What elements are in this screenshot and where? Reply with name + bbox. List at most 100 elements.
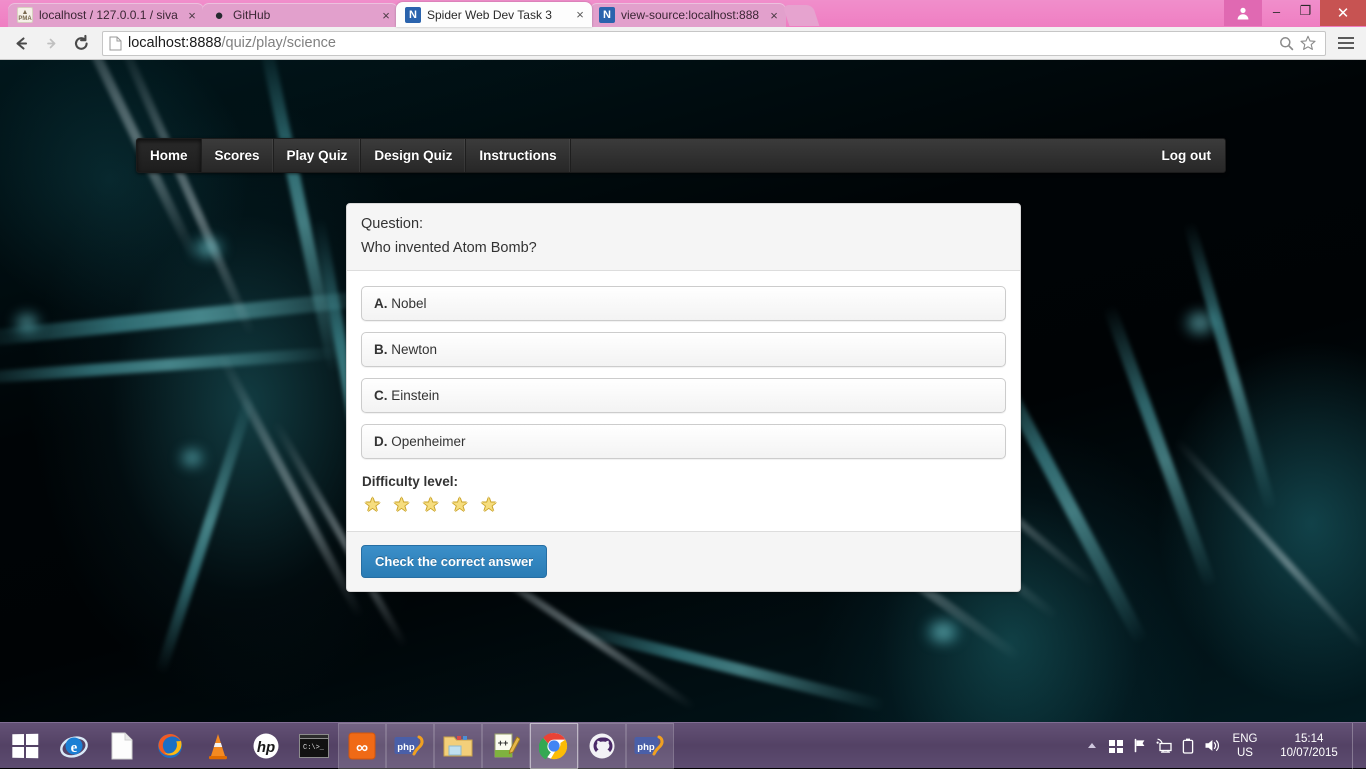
document-icon[interactable] [98,723,146,769]
star-icon: ★ [393,496,410,515]
check-correct-answer-button[interactable]: Check the correct answer [361,545,547,578]
question-text: Who invented Atom Bomb? [361,240,1006,256]
difficulty-star-rating: ★ ★ ★ ★ ★ [362,496,1006,515]
window-controls: – ❐ ✕ [1224,0,1366,27]
star-icon: ★ [480,496,497,515]
nav-item-design-quiz[interactable]: Design Quiz [361,139,466,172]
tab-close-button[interactable]: × [572,7,588,23]
answer-text: Newton [391,342,437,357]
answer-text: Nobel [391,296,426,311]
start-button[interactable] [0,723,50,769]
phpmyadmin-icon: ▲PMA [17,7,33,23]
nav-item-logout[interactable]: Log out [1149,139,1225,172]
windows-taskbar: e hp C:\>_ [0,722,1366,768]
browser-tab-view-source[interactable]: N view-source:localhost:888 × [590,3,786,27]
user-avatar-icon[interactable] [1224,0,1262,26]
notepadpp-icon: N [405,7,421,23]
file-explorer-icon[interactable] [434,723,482,769]
difficulty-block: Difficulty level: ★ ★ ★ ★ ★ [361,470,1006,521]
clock-time: 15:14 [1266,732,1352,746]
url-domain: localhost:8888 [128,35,222,51]
svg-text:hp: hp [257,739,275,756]
answer-option-b[interactable]: B. Newton [361,332,1006,367]
nav-item-home[interactable]: Home [137,139,202,172]
star-icon: ★ [451,496,468,515]
search-icon[interactable] [1275,36,1297,51]
page-viewport: Home Scores Play Quiz Design Quiz Instru… [0,60,1366,722]
minimize-button[interactable]: – [1262,0,1291,22]
answer-letter: D. [374,434,388,449]
browser-toolbar: localhost:8888/quiz/play/science [0,27,1366,60]
clock-date: 10/07/2015 [1266,746,1352,760]
answer-option-c[interactable]: C. Einstein [361,378,1006,413]
svg-text:e: e [71,740,78,756]
system-tray: ENG US 15:14 10/07/2015 [1080,723,1366,769]
tab-close-button[interactable]: × [766,7,782,23]
hamburger-menu-icon[interactable] [1332,29,1360,57]
close-button[interactable]: ✕ [1320,0,1366,26]
chrome-browser-window: ▲PMA localhost / 127.0.0.1 / siva × ● Gi… [0,0,1366,722]
answer-letter: B. [374,342,388,357]
notepadpp-icon: N [599,7,615,23]
internet-explorer-icon[interactable]: e [50,723,98,769]
answer-option-d[interactable]: D. Openheimer [361,424,1006,459]
tab-close-button[interactable]: × [184,7,200,23]
browser-tab-spider-web-dev-task-3[interactable]: N Spider Web Dev Task 3 × [396,2,592,27]
card-header: Question: Who invented Atom Bomb? [347,204,1020,271]
tab-strip: ▲PMA localhost / 127.0.0.1 / siva × ● Gi… [0,0,1366,27]
svg-text:C:\>_: C:\>_ [303,744,325,752]
nav-spacer [571,139,1149,172]
card-body: A. Nobel B. Newton C. Einstein D. Openhe… [347,271,1020,531]
question-label: Question: [361,216,1006,232]
nav-item-instructions[interactable]: Instructions [466,139,570,172]
forward-button[interactable] [36,29,66,57]
nav-item-play-quiz[interactable]: Play Quiz [274,139,362,172]
url-text: localhost:8888/quiz/play/science [128,32,1275,55]
card-footer: Check the correct answer [347,531,1020,591]
xampp-icon[interactable]: ∞ [338,723,386,769]
windows-logo-icon [12,733,38,758]
tab-title: GitHub [233,7,378,23]
browser-tab-github[interactable]: ● GitHub × [202,3,398,27]
address-bar[interactable]: localhost:8888/quiz/play/science [102,31,1326,56]
google-chrome-icon[interactable] [530,723,578,769]
star-icon: ★ [422,496,439,515]
svg-text:php: php [637,742,655,753]
difficulty-label: Difficulty level: [362,474,1006,489]
show-hidden-icons-button[interactable] [1080,723,1104,769]
php-icon[interactable]: php [386,723,434,769]
bookmark-star-icon[interactable] [1297,35,1319,51]
notepadpp-icon[interactable]: ++ [482,723,530,769]
flag-icon[interactable] [1128,723,1152,769]
phpstorm-icon[interactable]: php [626,723,674,769]
firefox-icon[interactable] [146,723,194,769]
language-primary: ENG [1224,732,1266,746]
tab-close-button[interactable]: × [378,7,394,23]
browser-tab-phpmyadmin[interactable]: ▲PMA localhost / 127.0.0.1 / siva × [8,3,204,27]
new-tab-button[interactable] [783,5,820,26]
answer-option-a[interactable]: A. Nobel [361,286,1006,321]
tab-title: localhost / 127.0.0.1 / siva [39,7,184,23]
github-desktop-icon[interactable] [578,723,626,769]
url-path: /quiz/play/science [222,35,336,51]
maximize-button[interactable]: ❐ [1291,0,1320,22]
back-button[interactable] [6,29,36,57]
svg-text:php: php [397,742,415,753]
site-navigation-bar: Home Scores Play Quiz Design Quiz Instru… [136,138,1226,173]
answer-letter: C. [374,388,388,403]
show-desktop-button[interactable] [1352,723,1360,769]
reload-button[interactable] [66,29,96,57]
answer-letter: A. [374,296,388,311]
language-indicator[interactable]: ENG US [1224,732,1266,760]
volume-icon[interactable] [1200,723,1224,769]
nav-item-scores[interactable]: Scores [202,139,274,172]
command-prompt-icon[interactable]: C:\>_ [290,723,338,769]
taskbar-clock[interactable]: 15:14 10/07/2015 [1266,732,1352,760]
battery-icon[interactable] [1176,723,1200,769]
vlc-icon[interactable] [194,723,242,769]
network-icon[interactable] [1152,723,1176,769]
answer-text: Openheimer [391,434,465,449]
tab-title: view-source:localhost:888 [621,7,766,23]
action-center-icon[interactable] [1104,723,1128,769]
hp-support-icon[interactable]: hp [242,723,290,769]
